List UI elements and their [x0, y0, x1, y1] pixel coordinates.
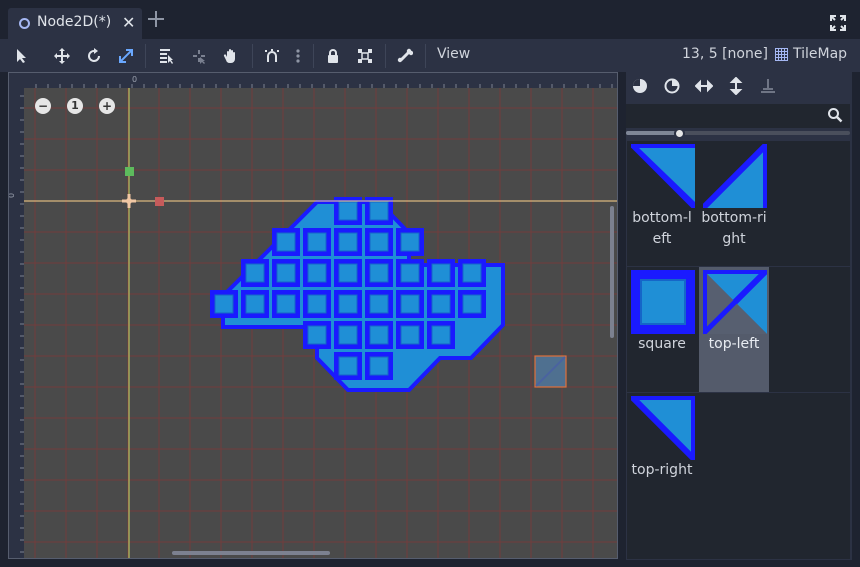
- zoom-in-button[interactable]: +: [99, 98, 115, 114]
- fullscreen-icon: [830, 15, 846, 31]
- toolbar-separator: [425, 44, 426, 68]
- ruler-top-zero: 0: [132, 75, 137, 84]
- bone-icon: [397, 48, 413, 63]
- tile-square-thumbnail: [631, 270, 695, 334]
- tile-top-left-thumbnail: [703, 270, 767, 334]
- plus-icon: [148, 11, 164, 27]
- pan-icon: [223, 49, 235, 64]
- tile-label: bottom-l eft: [632, 210, 692, 247]
- gizmo-y-handle: [125, 167, 134, 176]
- flip-vertical-icon[interactable]: [727, 77, 745, 95]
- node2d-icon: [19, 18, 30, 29]
- ruler-left-zero: 0: [9, 193, 16, 198]
- list-select-icon: [160, 49, 173, 64]
- canvas-viewport[interactable]: 0 0: [8, 72, 618, 559]
- pivot-icon: [193, 50, 205, 64]
- scale-icon: [119, 49, 133, 63]
- clear-transform-icon[interactable]: [759, 77, 777, 95]
- group-button[interactable]: [354, 45, 376, 67]
- rotate-right-icon[interactable]: [663, 77, 681, 95]
- palette-toolbar: [626, 72, 852, 100]
- lock-button[interactable]: [322, 45, 344, 67]
- distraction-free-button[interactable]: [829, 14, 847, 32]
- tile-label: bottom-ri ght: [701, 210, 767, 247]
- toolbar-separator: [313, 44, 314, 68]
- tile-top-right[interactable]: top-right: [627, 393, 697, 518]
- tile-zoom-slider[interactable]: [626, 131, 850, 135]
- flip-horizontal-icon[interactable]: [695, 77, 713, 95]
- tile-square[interactable]: square: [627, 267, 697, 392]
- snap-icon: [265, 49, 279, 62]
- search-icon: [828, 108, 843, 123]
- tile-zoom-fill: [626, 131, 681, 135]
- tile-search-input[interactable]: [626, 104, 850, 128]
- ruler-corner: [9, 73, 24, 88]
- tilemap-palette: bottom-l eft bottom-ri ght square top-le…: [626, 72, 852, 560]
- toolbar-separator: [145, 44, 146, 68]
- toolbar-separator: [385, 44, 386, 68]
- zoom-reset-button[interactable]: 1: [67, 98, 83, 114]
- lock-icon: [328, 49, 338, 63]
- rotate-left-icon[interactable]: [631, 77, 649, 95]
- tile-cursor-preview: [534, 355, 567, 388]
- tile-label: top-right: [631, 462, 693, 478]
- more-icon: [296, 49, 300, 63]
- zoom-out-button[interactable]: −: [35, 98, 51, 114]
- close-tab-button[interactable]: ✕: [122, 13, 135, 32]
- view-menu[interactable]: View: [437, 46, 470, 62]
- gizmo-x-handle: [155, 197, 164, 206]
- vertical-scrollbar[interactable]: [610, 206, 614, 338]
- pan-mode-button[interactable]: [220, 45, 242, 67]
- move-mode-button[interactable]: [51, 45, 73, 67]
- move-icon: [54, 48, 70, 64]
- tile-label: top-left: [708, 336, 760, 352]
- tilemap-label: TileMap: [793, 46, 848, 62]
- tilemap-icon: [775, 48, 788, 61]
- select-mode-button[interactable]: [11, 45, 33, 67]
- pivot-mode-button[interactable]: [188, 45, 210, 67]
- snap-toggle-button[interactable]: [261, 45, 283, 67]
- scene-drawing: [24, 88, 617, 558]
- tile-top-right-thumbnail: [631, 396, 695, 460]
- ruler-horizontal: 0: [24, 73, 617, 88]
- scene-tab[interactable]: Node2D(*) ✕: [8, 8, 142, 39]
- tile-top-left[interactable]: top-left: [699, 267, 769, 392]
- toolbar-separator: [252, 44, 253, 68]
- tile-label: square: [638, 336, 686, 352]
- tile-zoom-grabber[interactable]: [674, 128, 685, 139]
- skeleton-button[interactable]: [394, 45, 416, 67]
- select-icon: [17, 49, 26, 63]
- canvas-toolbar: View 13, 5 [none] TileMap: [0, 39, 860, 72]
- snap-options-button[interactable]: [287, 45, 309, 67]
- rotate-mode-button[interactable]: [83, 45, 105, 67]
- tile-coordinates: 13, 5 [none]: [682, 46, 768, 62]
- group-icon: [358, 49, 372, 63]
- rotate-icon: [88, 48, 100, 62]
- tile-list: bottom-l eft bottom-ri ght square top-le…: [627, 141, 850, 559]
- scene-tab-title: Node2D(*): [37, 14, 112, 30]
- horizontal-scrollbar[interactable]: [172, 551, 330, 555]
- tile-bottom-left[interactable]: bottom-l eft: [627, 141, 697, 266]
- tile-bottom-right[interactable]: bottom-ri ght: [699, 141, 769, 266]
- list-select-button[interactable]: [155, 45, 177, 67]
- scale-mode-button[interactable]: [115, 45, 137, 67]
- scene-tab-bar: Node2D(*) ✕: [0, 0, 860, 39]
- tile-bottom-left-thumbnail: [631, 144, 695, 208]
- ruler-vertical: 0: [9, 88, 24, 558]
- add-tab-button[interactable]: [146, 9, 166, 29]
- tile-bottom-right-thumbnail: [703, 144, 767, 208]
- scene-canvas[interactable]: − 1 +: [24, 88, 617, 558]
